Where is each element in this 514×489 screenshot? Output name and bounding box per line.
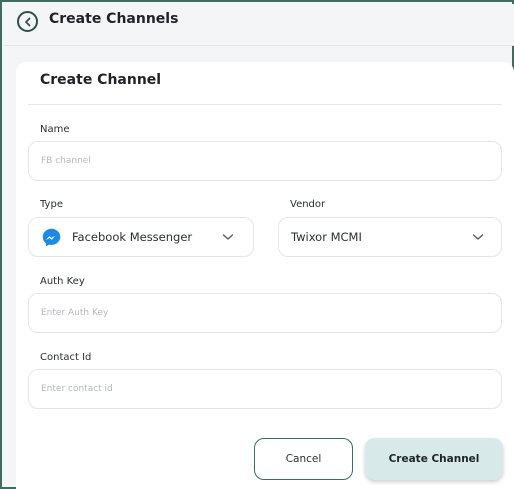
app-frame: Create Channels Create Channel Name Type… bbox=[0, 0, 514, 489]
type-select[interactable]: Facebook Messenger bbox=[28, 217, 254, 257]
cancel-button[interactable]: Cancel bbox=[254, 438, 353, 480]
type-label: Type bbox=[40, 199, 63, 210]
create-channel-button[interactable]: Create Channel bbox=[365, 438, 503, 480]
auth-key-field-wrapper bbox=[28, 293, 502, 333]
page-header: Create Channels bbox=[4, 4, 514, 46]
contact-id-input[interactable] bbox=[29, 370, 501, 408]
card-title: Create Channel bbox=[40, 72, 162, 88]
chevron-down-icon bbox=[222, 234, 234, 240]
create-channel-card: Create Channel Name Type Facebook Messen… bbox=[16, 62, 514, 489]
back-button[interactable] bbox=[17, 11, 38, 32]
page-title: Create Channels bbox=[49, 11, 179, 27]
vendor-label: Vendor bbox=[290, 199, 326, 210]
name-label: Name bbox=[40, 124, 70, 135]
chevron-down-icon bbox=[472, 234, 484, 240]
type-selected-value: Facebook Messenger bbox=[72, 230, 193, 244]
chevron-left-icon bbox=[24, 17, 30, 26]
auth-key-input[interactable] bbox=[29, 294, 501, 332]
name-field-wrapper bbox=[28, 141, 502, 181]
name-input[interactable] bbox=[29, 142, 501, 180]
divider bbox=[28, 104, 502, 105]
vendor-select[interactable]: Twixor MCMI bbox=[278, 217, 502, 257]
contact-id-field-wrapper bbox=[28, 369, 502, 409]
contact-id-label: Contact Id bbox=[40, 352, 92, 363]
auth-key-label: Auth Key bbox=[40, 276, 85, 287]
vendor-selected-value: Twixor MCMI bbox=[291, 230, 362, 244]
facebook-messenger-icon bbox=[42, 228, 61, 247]
